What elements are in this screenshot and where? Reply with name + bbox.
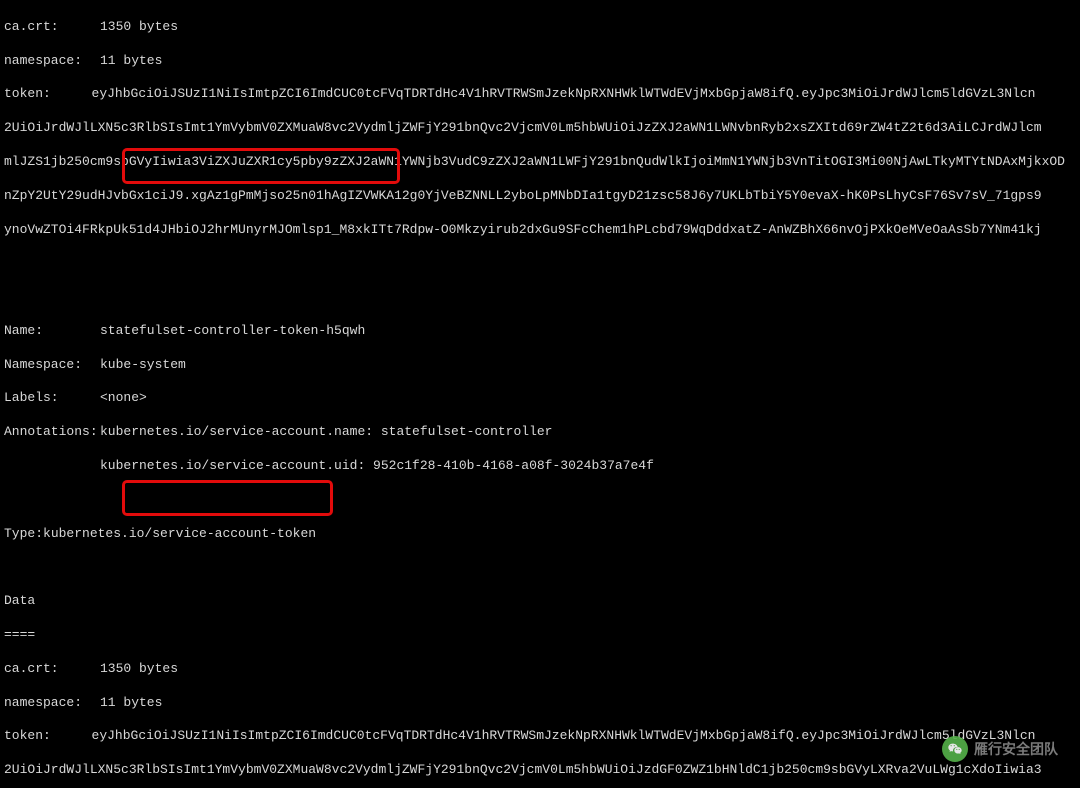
token-value-line: 2UiOiJrdWJlLXN5c3RlbSIsImt1YmVybmV0ZXMua… xyxy=(4,120,1080,137)
data-heading: Data xyxy=(4,593,1076,610)
data-divider: ==== xyxy=(4,627,1076,644)
ca-crt-value: 1350 bytes xyxy=(100,661,178,678)
namespace-label: Namespace: xyxy=(4,357,100,374)
annotations-line: kubernetes.io/service-account.uid: 952c1… xyxy=(100,458,654,475)
type-label: Type: xyxy=(4,526,43,543)
type-value: kubernetes.io/service-account-token xyxy=(43,526,316,543)
token-value-line: 2UiOiJrdWJlLXN5c3RlbSIsImt1YmVybmV0ZXMua… xyxy=(4,762,1080,779)
labels-label: Labels: xyxy=(4,390,100,407)
namespace-label: namespace: xyxy=(4,695,100,712)
token-value-line: eyJhbGciOiJSUzI1NiIsImtpZCI6ImdCUC0tcFVq… xyxy=(92,728,1076,745)
name-value: statefulset-controller-token-h5qwh xyxy=(100,323,365,340)
terminal-output: ca.crt:1350 bytes namespace:11 bytes tok… xyxy=(0,0,1080,788)
ca-crt-label: ca.crt: xyxy=(4,19,100,36)
annotations-label: Annotations: xyxy=(4,424,100,441)
labels-value: <none> xyxy=(100,390,147,407)
token-value-line: nZpY2UtY29udHJvbGx1ciJ9.xgAz1gPmMjso25n0… xyxy=(4,188,1080,205)
token-value-line: mlJZS1jb250cm9sbGVyIiwia3ViZXJuZXR1cy5pb… xyxy=(4,154,1080,171)
token-label: token: xyxy=(4,86,92,103)
token-value-line: ynoVwZTOi4FRkpUk51d4JHbiOJ2hrMUnyrMJOmls… xyxy=(4,222,1080,239)
annotations-line: kubernetes.io/service-account.name: stat… xyxy=(100,424,552,441)
namespace-value: kube-system xyxy=(100,357,186,374)
namespace-label: namespace: xyxy=(4,53,100,70)
ca-crt-label: ca.crt: xyxy=(4,661,100,678)
token-value-line: eyJhbGciOiJSUzI1NiIsImtpZCI6ImdCUC0tcFVq… xyxy=(92,86,1076,103)
namespace-value: 11 bytes xyxy=(100,695,162,712)
token-label: token: xyxy=(4,728,92,745)
namespace-value: 11 bytes xyxy=(100,53,162,70)
ca-crt-value: 1350 bytes xyxy=(100,19,178,36)
name-label: Name: xyxy=(4,323,100,340)
